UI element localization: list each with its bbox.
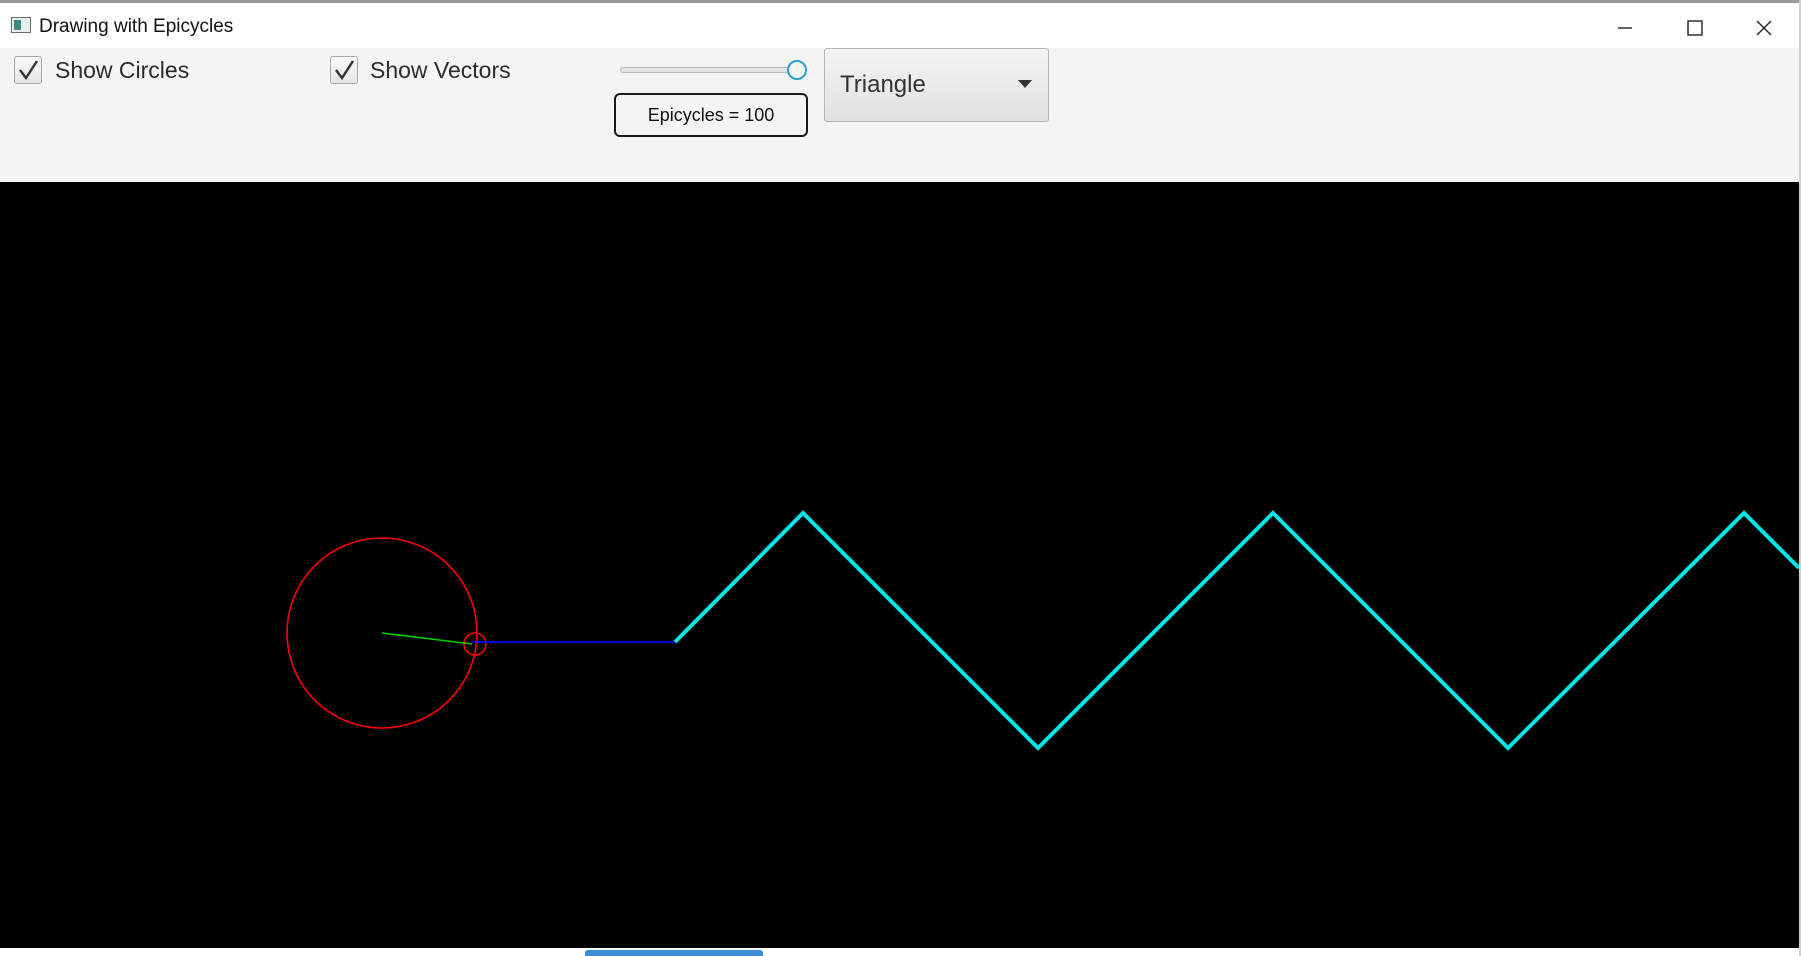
horizontal-scroll-thumb[interactable]: [585, 950, 763, 956]
minimize-icon: [1618, 27, 1632, 29]
show-vectors-checkbox[interactable]: [330, 56, 358, 84]
bottom-scrollbar-area: [0, 948, 1799, 956]
chevron-down-icon[interactable]: [1018, 80, 1032, 88]
epicycles-slider-track[interactable]: [620, 67, 800, 73]
checkmark-icon: [335, 60, 355, 81]
maximize-button[interactable]: [1660, 6, 1730, 50]
close-button[interactable]: [1729, 6, 1799, 50]
window-title: Drawing with Epicycles: [39, 16, 234, 37]
checkmark-icon: [19, 60, 39, 81]
drawing-canvas[interactable]: [0, 182, 1801, 948]
close-icon: [1756, 20, 1772, 36]
maximize-icon: [1687, 20, 1703, 36]
epicycles-readout: Epicycles = 100: [614, 93, 808, 137]
show-vectors-label[interactable]: Show Vectors: [370, 57, 511, 84]
app-window: Drawing with Epicycles Show Circles Show…: [0, 0, 1801, 956]
show-circles-checkbox[interactable]: [14, 56, 42, 84]
app-icon: [11, 17, 31, 33]
shape-select-value: Triangle: [840, 71, 926, 98]
shape-select[interactable]: Triangle: [824, 48, 1049, 122]
epicycle-drawing: [286, 510, 1801, 751]
traced-wave: [673, 510, 1801, 751]
minimize-button[interactable]: [1590, 6, 1660, 50]
epicycle-vector: [381, 632, 473, 645]
show-circles-label[interactable]: Show Circles: [55, 57, 189, 84]
epicycles-slider-thumb[interactable]: [787, 60, 807, 80]
title-bar[interactable]: Drawing with Epicycles: [0, 3, 1799, 48]
